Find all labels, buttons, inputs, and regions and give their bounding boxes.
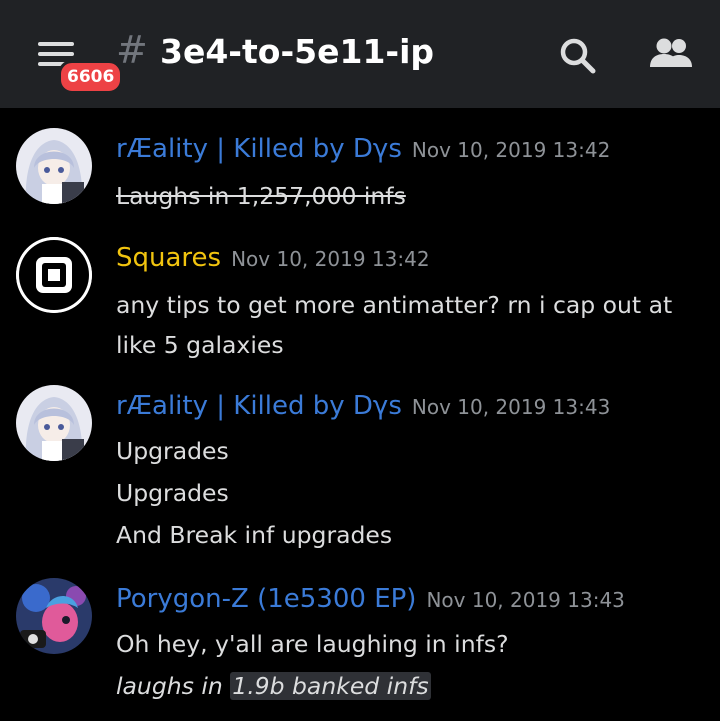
message-text: And Break inf upgrades [116,521,393,549]
message-timestamp: Nov 10, 2019 13:43 [426,588,625,612]
message-text: any tips to get more antimatter? rn i ca… [116,291,673,319]
members-button[interactable] [648,34,692,78]
message-header: rÆality | Killed by Dγs Nov 10, 2019 13:4… [116,391,610,421]
message-timestamp: Nov 10, 2019 13:43 [411,395,611,419]
author-name[interactable]: rÆality | Killed by Dγs [116,134,402,164]
message-header: Squares Nov 10, 2019 13:42 [116,243,430,273]
anime-girl-avatar-icon [16,128,92,204]
message-text: Oh hey, y'all are laughing in infs? [116,630,509,658]
highlighted-text: 1.9b banked infs [230,672,431,700]
message-timestamp: Nov 10, 2019 13:42 [411,138,611,162]
message-text: Upgrades [116,437,229,465]
message-text: like 5 galaxies [116,331,284,359]
italic-text: laughs in [116,672,231,700]
unread-badge: 6606 [58,60,124,94]
user-avatar[interactable] [16,385,92,461]
anime-girl-avatar-icon [16,385,92,461]
channel-header: 6606 # 3e4-to-5e11-ip [0,0,720,108]
user-avatar[interactable] [16,237,92,313]
message-timestamp: Nov 10, 2019 13:42 [231,247,430,271]
author-name[interactable]: Porygon-Z (1e5300 EP) [116,584,416,614]
user-avatar[interactable] [16,128,92,204]
author-name[interactable]: Squares [116,243,221,273]
author-name[interactable]: rÆality | Killed by Dγs [116,391,402,421]
message-text: Laughs in 1,257,000 infs [116,182,406,210]
hamburger-icon-bar [38,52,74,56]
message-text: Upgrades [116,479,229,507]
pony-avatar-icon [16,578,92,654]
message-header: rÆality | Killed by Dγs Nov 10, 2019 13:4… [116,134,610,164]
search-icon [560,38,596,74]
message-header: Porygon-Z (1e5300 EP) Nov 10, 2019 13:43 [116,584,625,614]
search-button[interactable] [556,34,600,78]
channel-hash-icon: # [116,28,148,72]
members-icon [650,38,692,67]
user-avatar[interactable] [16,578,92,654]
hamburger-icon [38,42,74,46]
message-text-italic: laughs in 1.9b banked infs [116,672,431,700]
channel-title: 3e4-to-5e11-ip [160,32,435,71]
square-logo-avatar-icon [16,237,92,313]
